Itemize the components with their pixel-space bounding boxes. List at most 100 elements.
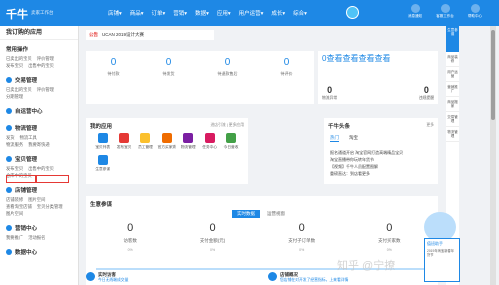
logistics-icon xyxy=(183,133,194,143)
app-item[interactable]: 宝贝列表 xyxy=(92,133,113,150)
sidebar-link[interactable]: 图片空间 xyxy=(6,210,23,217)
business-tabs: 实时数据 运营视窗 xyxy=(232,210,290,218)
sidebar-link[interactable]: 查看淘宝店铺 xyxy=(6,203,32,210)
tab-operations[interactable]: 运营视窗 xyxy=(262,210,290,218)
nav-shop[interactable]: 店铺▾ xyxy=(108,9,122,17)
headline-item[interactable]: 重磅直达：到店看更多 xyxy=(330,170,434,177)
rightbar-item[interactable]: 商品搬家 xyxy=(446,97,459,112)
section-title[interactable]: 交易管理 xyxy=(6,76,72,84)
app-logo[interactable]: 千牛 xyxy=(6,6,28,22)
sidebar-link[interactable]: 已卖出的宝贝 xyxy=(6,55,32,62)
order-stats: 0 待付款 0 待发货 0 待退款售后 0 待评价 xyxy=(86,51,314,104)
analytics-icon xyxy=(97,155,108,165)
nav-data[interactable]: 数据▾ xyxy=(195,9,209,17)
nav-marketing[interactable]: 营销▾ xyxy=(173,9,187,17)
sidebar-section: 店铺管理 店铺装修 图片空间 查看淘宝店铺 宝贝分类管理 图片空间 xyxy=(0,181,78,219)
sidebar-link[interactable]: 物流服务 xyxy=(6,141,23,148)
highlight-box xyxy=(6,175,36,183)
tab-taobao[interactable]: 淘宝 xyxy=(349,135,358,142)
headline-item[interactable]: 报名通道开启 淘宝官网打造高端精品宝贝 xyxy=(330,149,434,156)
sidebar-link-publish[interactable]: 发布宝贝 xyxy=(6,165,23,172)
sidebar-link[interactable]: 我要寄快递 xyxy=(28,141,49,148)
stat-logistics-abnormal[interactable]: 0 物流异常 xyxy=(322,85,337,101)
realtime-visitor-item[interactable]: 实时访客 今日无线端成交量 xyxy=(86,272,256,283)
app-item[interactable]: 物流管理 xyxy=(178,133,199,150)
promo-title[interactable]: 0查看查看查看查看 xyxy=(322,54,392,64)
mascot-card[interactable]: 值班助手 2019年淘宝新春年货节 xyxy=(424,238,460,282)
section-title[interactable]: 数据中心 xyxy=(6,248,72,256)
rightbar-item[interactable]: 商品装修 xyxy=(446,52,459,67)
section-title[interactable]: 自运营中心 xyxy=(6,107,72,115)
nav-orders[interactable]: 订单▾ xyxy=(152,9,166,17)
section-title[interactable]: 店铺管理 xyxy=(6,186,72,194)
stat-pending-review[interactable]: 0 待评价 xyxy=(281,57,293,104)
task-icon xyxy=(204,133,215,143)
service-button[interactable]: 客服工作台 xyxy=(433,4,457,19)
rightbar-item[interactable]: 用户运营 xyxy=(446,67,459,82)
sidebar-link[interactable]: 我要推广 xyxy=(6,234,23,241)
headset-icon xyxy=(440,4,450,13)
notice-tag: 公告 xyxy=(89,32,98,37)
nav-general[interactable]: 综合▾ xyxy=(293,9,307,17)
scrollbar-thumb[interactable] xyxy=(491,30,495,120)
stat-pending-ship[interactable]: 0 待发货 xyxy=(163,57,175,104)
tab-hot[interactable]: 热门 xyxy=(330,135,339,142)
tab-realtime[interactable]: 实时数据 xyxy=(232,210,260,218)
sidebar-link[interactable]: 物流工具 xyxy=(20,134,37,141)
self-ops-icon xyxy=(6,108,12,114)
panel-title: 千牛头条 xyxy=(328,124,351,130)
headline-item[interactable]: 【视频】千牛人员配置图解 xyxy=(330,163,434,170)
footer-info: 实时访客 今日无线端成交量 店铺概况 您店铺在对开发了经营指标，上来看详情 xyxy=(86,272,438,283)
notification-button[interactable]: 消息通知 xyxy=(403,4,427,19)
business-stats: 0 访客数 0% 0 支付金额(元) 0% 0 支付子订单数 0% 0 支付买家数 0% xyxy=(92,222,432,252)
section-title[interactable]: 营销中心 xyxy=(6,224,72,232)
sidebar-link-onsale[interactable]: 出售中的宝贝 xyxy=(28,165,54,172)
bell-icon xyxy=(410,4,420,13)
notice-bar[interactable]: 公告 UCAN 2019设计大赛 xyxy=(86,30,214,40)
revenue-icon xyxy=(226,133,237,143)
stat-pending-pay[interactable]: 0 待付款 xyxy=(108,57,120,104)
sidebar-link[interactable]: 宝贝分类管理 xyxy=(37,203,63,210)
more-link[interactable]: 更多 xyxy=(426,123,434,128)
user-avatar[interactable] xyxy=(346,6,359,19)
stat-violation[interactable]: 0 违规提醒 xyxy=(419,85,434,101)
rightbar-item[interactable]: 营销推广 xyxy=(446,82,459,97)
nav-apps[interactable]: 应用▾ xyxy=(217,9,231,17)
sidebar-section: 常用操作 已卖出的宝贝 评价管理 发布宝贝 出售中的宝贝 xyxy=(0,40,78,71)
headline-item[interactable]: 淘宝直播带你玩转年货节 xyxy=(330,156,434,163)
sidebar-link[interactable]: 分期管理 xyxy=(6,93,23,100)
sidebar-link[interactable]: 店铺装修 xyxy=(6,196,23,203)
shop-overview-item[interactable]: 店铺概况 您店铺在对开发了经营指标，上来看详情 xyxy=(268,272,438,283)
more-apps-link[interactable]: 进店引流 | 更多应用 xyxy=(211,123,244,128)
app-item[interactable]: 任务中心 xyxy=(199,133,220,150)
sidebar-link[interactable]: 图片空间 xyxy=(28,196,45,203)
rightbar-item[interactable]: 交易管理 xyxy=(446,112,459,127)
nav-goods[interactable]: 商品▾ xyxy=(130,9,144,17)
headline-list: 报名通道开启 淘宝官网打造高端精品宝贝 淘宝直播带你玩转年货节 【视频】千牛人员… xyxy=(330,149,434,177)
app-item[interactable]: 员工管理 xyxy=(135,133,156,150)
app-item[interactable]: 发布宝贝 xyxy=(113,133,134,150)
rightbar-item[interactable]: 物流管理 xyxy=(446,127,459,142)
section-title[interactable]: 宝贝管理 xyxy=(6,155,72,163)
sidebar-link[interactable]: 发货 xyxy=(6,134,15,141)
help-button[interactable]: 帮助中心 xyxy=(463,4,487,19)
section-title[interactable]: 物流管理 xyxy=(6,124,72,132)
section-title[interactable]: 常用操作 xyxy=(6,45,72,53)
sidebar-link[interactable]: 评价管理 xyxy=(37,55,54,62)
sidebar-link[interactable]: 发布宝贝 xyxy=(6,62,23,69)
shop-icon xyxy=(6,187,12,193)
app-item[interactable]: 官方买家秀 xyxy=(156,133,177,150)
rightbar-top[interactable]: 生意参谋 xyxy=(446,26,459,52)
sidebar-link[interactable]: 活动报名 xyxy=(28,234,45,241)
nav-user-ops[interactable]: 用户运营▾ xyxy=(239,9,264,17)
sidebar-link[interactable]: 已卖出的宝贝 xyxy=(6,86,32,93)
stat-refund[interactable]: 0 待退款售后 xyxy=(218,57,238,104)
app-item[interactable]: 生意参谋 xyxy=(92,155,113,172)
buyer-show-icon xyxy=(161,133,172,143)
sidebar-link[interactable]: 出售中的宝贝 xyxy=(28,62,54,69)
scrollbar[interactable] xyxy=(490,26,496,285)
nav-growth[interactable]: 成长▾ xyxy=(271,9,285,17)
app-item[interactable]: 今日营收 xyxy=(220,133,241,150)
sidebar-link[interactable]: 评价管理 xyxy=(37,86,54,93)
stat-paid-orders: 0 支付子订单数 0% xyxy=(288,222,316,252)
